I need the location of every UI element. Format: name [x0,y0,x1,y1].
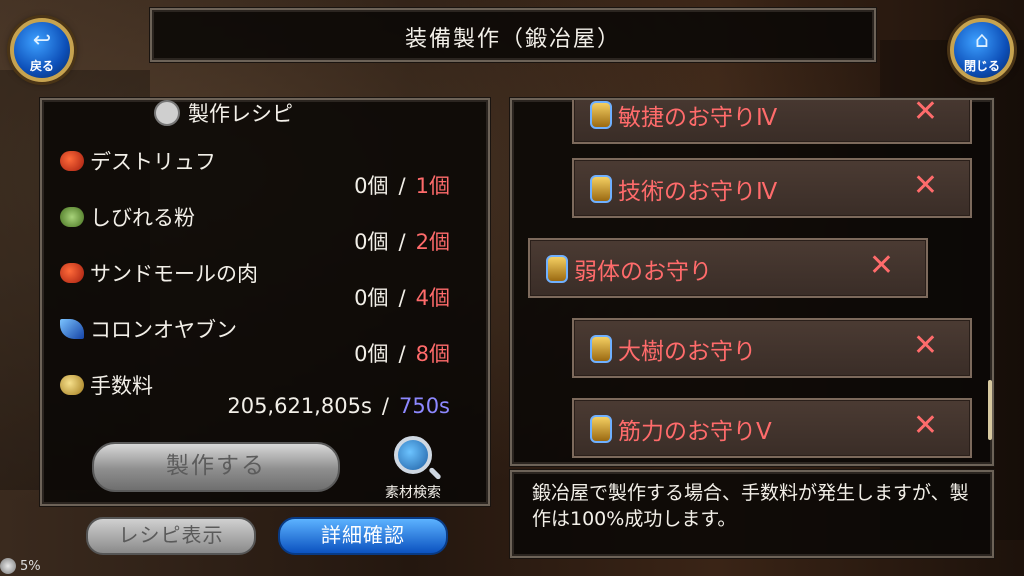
item-name: 弱体のお守り [574,259,712,285]
material-search-label: 素材検索 [385,485,441,501]
have-count: 0個 [354,342,389,366]
material-name: サンドモールの肉 [90,262,258,286]
recipe-display-button[interactable]: レシピ表示 [86,517,256,555]
need-count: 1個 [415,174,450,198]
item-list-panel[interactable]: 敏捷のお守りⅣ ✕ 技術のお守りⅣ ✕ 弱体のお守り ✕ 大樹のお守り ✕ 筋力… [510,98,994,466]
list-item[interactable]: 筋力のお守りⅤ ✕ [572,398,972,458]
material-search-button[interactable]: 素材検索 [367,436,459,502]
charm-icon [590,101,612,129]
recipe-panel: 製作レシピ デストリュフ 0個/1個 しびれる粉 0個/2個 サンドモールの肉 … [40,98,490,506]
unavailable-x-icon: ✕ [868,248,894,283]
charm-icon [590,335,612,363]
material-name: しびれる粉 [90,206,195,230]
material-row: デストリュフ [60,146,216,176]
material-row: サンドモールの肉 [60,258,258,288]
have-count: 0個 [354,174,389,198]
magnifier-icon [394,436,432,474]
unavailable-x-icon: ✕ [912,168,938,203]
back-button[interactable]: ↩ 戻る [10,18,74,82]
home-icon: ⌂ [975,28,989,53]
unavailable-x-icon: ✕ [912,98,938,129]
list-scrollbar[interactable] [988,380,992,440]
material-name: デストリュフ [90,150,216,174]
status-orb-icon [0,558,16,574]
charm-icon [590,175,612,203]
material-quantity: 0個 / 1個 [354,170,450,200]
have-count: 0個 [354,286,389,310]
meat-icon [60,263,84,283]
fee-row: 手数料 [60,370,153,400]
fee-cost: 750s [398,394,450,418]
back-arrow-icon: ↩ [32,28,52,53]
separator: / [381,394,389,418]
back-label: 戻る [29,59,54,73]
fee-quantity: 205,621,805s / 750s [227,394,450,418]
material-quantity: 0個 / 4個 [354,282,450,312]
separator: / [398,174,406,198]
status-percent: 5% [20,558,41,574]
have-count: 0個 [354,230,389,254]
material-name: コロンオヤブン [90,318,237,342]
coin-icon [60,375,84,395]
money-owned: 205,621,805s [227,394,372,418]
info-text: 鍛冶屋で製作する場合、手数料が発生しますが、製作は100%成功します。 [532,482,969,530]
page-title: 装備製作（鍛冶屋） [404,27,621,52]
need-count: 2個 [415,230,450,254]
status-indicator: 5% [0,556,41,576]
close-button[interactable]: ⌂ 閉じる [950,18,1014,82]
material-quantity: 0個 / 8個 [354,338,450,368]
unavailable-x-icon: ✕ [912,328,938,363]
list-item[interactable]: 技術のお守りⅣ ✕ [572,158,972,218]
info-panel: 鍛冶屋で製作する場合、手数料が発生しますが、製作は100%成功します。 [510,470,994,558]
item-name: 敏捷のお守りⅣ [618,105,778,131]
item-name: 技術のお守りⅣ [618,179,778,205]
gear-icon [154,100,180,126]
list-item[interactable]: 大樹のお守り ✕ [572,318,972,378]
pouch-icon [60,207,84,227]
separator: / [398,286,406,310]
charm-icon [546,255,568,283]
material-row: しびれる粉 [60,202,195,232]
need-count: 4個 [415,286,450,310]
need-count: 8個 [415,342,450,366]
unavailable-x-icon: ✕ [912,408,938,443]
material-quantity: 0個 / 2個 [354,226,450,256]
material-row: コロンオヤブン [60,314,237,344]
item-name: 大樹のお守り [618,339,756,365]
recipe-title: 製作レシピ [188,102,293,126]
detail-check-button[interactable]: 詳細確認 [278,517,448,555]
separator: / [398,230,406,254]
list-item-selected[interactable]: 弱体のお守り ✕ [528,238,928,298]
recipe-header: 製作レシピ [154,98,293,128]
feather-icon [60,319,84,339]
craft-button[interactable]: 製作する [92,442,340,492]
charm-icon [590,415,612,443]
close-label: 閉じる [963,59,1000,73]
separator: / [398,342,406,366]
title-bar: 装備製作（鍛冶屋） [150,8,876,62]
item-name: 筋力のお守りⅤ [618,419,772,445]
list-item[interactable]: 敏捷のお守りⅣ ✕ [572,98,972,144]
fee-label: 手数料 [90,374,153,398]
mushroom-icon [60,151,84,171]
